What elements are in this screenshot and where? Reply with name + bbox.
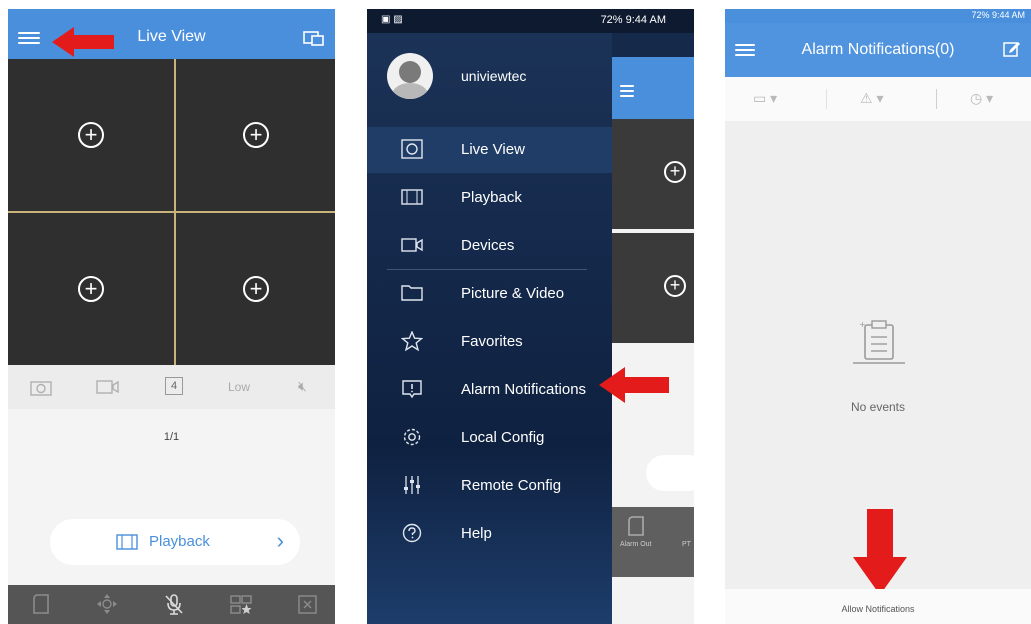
- help-icon: [402, 523, 422, 543]
- background-app-preview: + + Alarm Out PT: [612, 57, 694, 624]
- add-camera-icon[interactable]: +: [243, 122, 269, 148]
- nav-drawer: univiewtec Live View Playback Devices Pi…: [367, 33, 612, 624]
- nav-item-live-view[interactable]: Live View: [367, 127, 612, 173]
- devices-switch-icon[interactable]: [303, 29, 325, 47]
- bottom-toolbar: [8, 585, 335, 624]
- nav-item-help[interactable]: Help: [367, 511, 612, 557]
- divider: [826, 89, 827, 109]
- status-text: 72% 9:44 AM: [600, 14, 666, 26]
- filter-bar: ▭ ▾ ⚠︎ ▾ ◷ ▾: [725, 77, 1031, 121]
- nav-item-playback[interactable]: Playback: [367, 175, 612, 221]
- nav-item-devices[interactable]: Devices: [367, 223, 612, 269]
- playback-icon: [116, 534, 138, 550]
- add-camera-icon[interactable]: +: [243, 276, 269, 302]
- alarm-type-filter-icon[interactable]: ⚠︎ ▾: [860, 90, 883, 107]
- video-grid: + + + +: [8, 59, 335, 365]
- avatar[interactable]: [387, 53, 433, 99]
- preview-header: [612, 57, 694, 119]
- video-cell[interactable]: +: [176, 59, 335, 211]
- svg-text:+: +: [859, 320, 866, 329]
- add-camera-icon: +: [664, 275, 686, 297]
- playback-icon: [401, 189, 423, 205]
- allow-bar: Allow Notifications: [725, 589, 1031, 624]
- nav-item-label: Devices: [461, 237, 515, 254]
- ptz-icon[interactable]: [96, 593, 118, 615]
- alarm-header: Alarm Notifications(0): [725, 23, 1031, 77]
- page-title: Alarm Notifications(0): [801, 41, 955, 58]
- alarm-out-icon: [628, 516, 644, 536]
- gear-icon: [403, 428, 421, 446]
- edit-icon[interactable]: [1003, 40, 1021, 58]
- video-cell[interactable]: +: [176, 213, 335, 365]
- nav-item-alarm-notifications[interactable]: Alarm Notifications: [367, 367, 612, 413]
- divider: [936, 89, 937, 109]
- chevron-right-icon: ›: [276, 528, 284, 553]
- notification-icons: ▣ ▨: [381, 14, 403, 25]
- page-area: 1/1 Playback ›: [8, 409, 335, 585]
- star-icon: [401, 331, 423, 351]
- close-all-icon[interactable]: [296, 593, 318, 615]
- video-cell: +: [612, 233, 694, 343]
- sliders-icon: [404, 476, 420, 494]
- record-icon[interactable]: [96, 378, 120, 396]
- status-text: 72% 9:44 AM: [971, 10, 1025, 20]
- allow-notifications-link[interactable]: Allow Notifications: [725, 604, 1031, 614]
- nav-item-label: Playback: [461, 189, 522, 206]
- live-view-toolbar: 4 Low 🔇︎: [8, 365, 335, 409]
- folder-icon: [401, 285, 423, 301]
- alarm-out-icon[interactable]: [30, 593, 52, 615]
- snapshot-icon[interactable]: [30, 378, 52, 396]
- favorites-icon[interactable]: [230, 593, 252, 615]
- playback-button[interactable]: Playback ›: [50, 519, 300, 565]
- navigation-drawer-screen: ▣ ▨ 72% 9:44 AM + + Alarm Out PT uniview…: [367, 9, 694, 624]
- add-camera-icon[interactable]: +: [78, 122, 104, 148]
- video-cell[interactable]: +: [8, 59, 174, 211]
- nav-item-label: Local Config: [461, 429, 545, 446]
- nav-item-label: Live View: [461, 141, 525, 158]
- red-arrow-indicator: [853, 509, 907, 595]
- live-view-screen: Live View + + + + 4 Low 🔇︎ 1/1 Playback …: [8, 9, 335, 624]
- alarm-out-label: Alarm Out: [620, 541, 652, 548]
- mute-icon[interactable]: 🔇︎: [298, 378, 307, 395]
- nav-item-local-config[interactable]: Local Config: [367, 415, 612, 461]
- empty-clipboard-icon: +: [853, 320, 905, 364]
- time-filter-icon[interactable]: ◷ ▾: [970, 90, 993, 107]
- page-indicator: 1/1: [163, 431, 180, 443]
- username: univiewtec: [461, 68, 527, 84]
- ptz-label: PT: [682, 541, 691, 548]
- quality-button[interactable]: Low: [228, 380, 250, 394]
- video-cell[interactable]: +: [8, 213, 174, 365]
- video-cell: +: [612, 119, 694, 229]
- playback-label: Playback: [149, 533, 210, 550]
- nav-item-label: Picture & Video: [461, 285, 565, 302]
- empty-state-text: No events: [850, 400, 906, 414]
- alarm-notifications-screen: 72% 9:44 AM Alarm Notifications(0) ▭ ▾ ⚠…: [725, 9, 1031, 624]
- add-camera-icon[interactable]: +: [78, 276, 104, 302]
- nav-item-picture-video[interactable]: Picture & Video: [367, 271, 612, 317]
- red-arrow-indicator: [52, 27, 114, 57]
- nav-item-remote-config[interactable]: Remote Config: [367, 463, 612, 509]
- alarm-icon: [402, 380, 422, 399]
- preview-button: [646, 455, 694, 491]
- status-bar: [8, 9, 335, 17]
- status-bar: 72% 9:44 AM: [725, 9, 1031, 23]
- live-view-icon: [401, 139, 423, 159]
- device-filter-icon[interactable]: ▭ ▾: [753, 90, 777, 107]
- nav-divider: [387, 269, 587, 270]
- nav-item-label: Favorites: [461, 333, 523, 350]
- nav-item-favorites[interactable]: Favorites: [367, 319, 612, 365]
- preview-bottom-bar: Alarm Out PT: [612, 507, 694, 577]
- mic-off-icon[interactable]: [163, 593, 185, 615]
- menu-icon: [620, 82, 634, 100]
- layout-button[interactable]: 4: [165, 377, 183, 395]
- add-camera-icon: +: [664, 161, 686, 183]
- nav-item-label: Help: [461, 525, 492, 542]
- red-arrow-indicator: [599, 367, 669, 403]
- devices-icon: [401, 238, 423, 252]
- nav-item-label: Alarm Notifications: [461, 381, 587, 398]
- status-bar: ▣ ▨ 72% 9:44 AM: [367, 9, 694, 33]
- nav-item-label: Remote Config: [461, 477, 562, 494]
